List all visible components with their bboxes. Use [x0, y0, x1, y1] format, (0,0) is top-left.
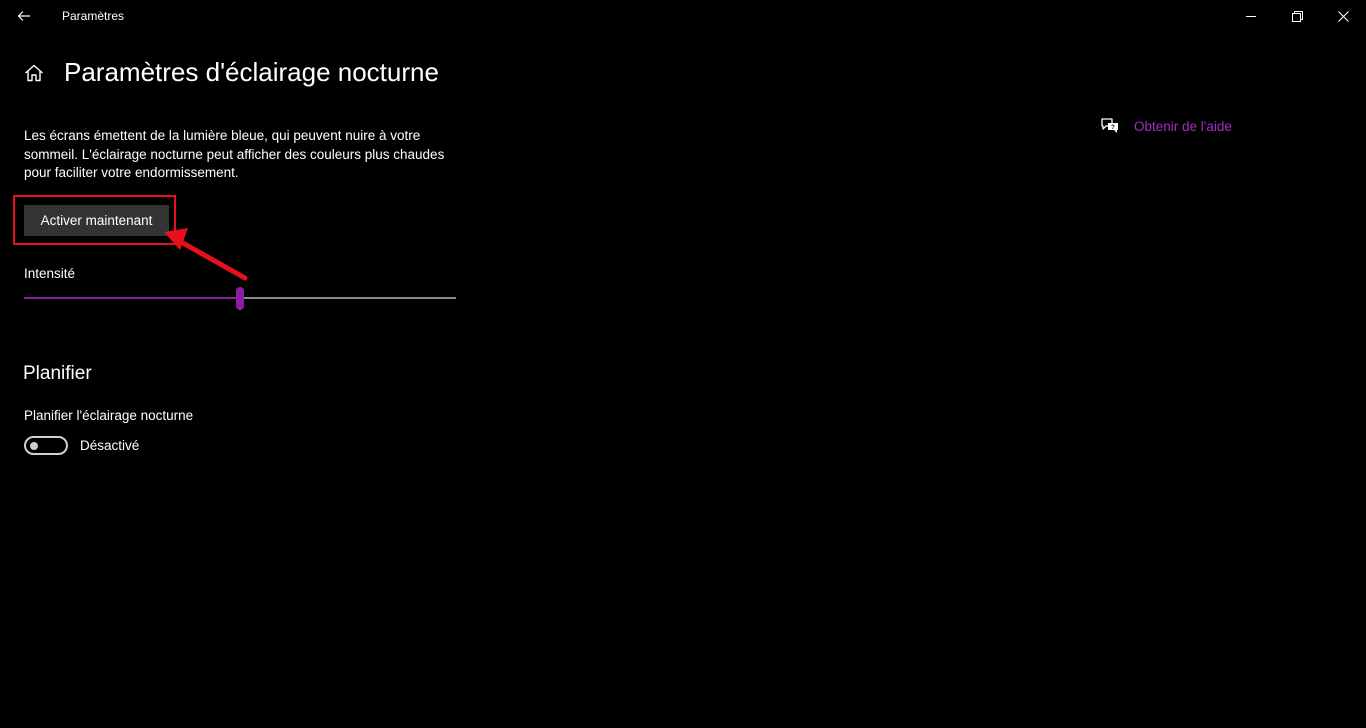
title-bar: Paramètres — [0, 0, 1366, 32]
annotation-arrow-icon — [164, 228, 248, 281]
home-button[interactable] — [22, 62, 46, 84]
close-icon — [1337, 10, 1349, 22]
schedule-night-light-label: Planifier l'éclairage nocturne — [24, 408, 194, 423]
toggle-knob — [30, 441, 38, 450]
slider-thumb[interactable] — [236, 287, 244, 310]
toggle-state-label: Désactivé — [80, 438, 140, 453]
schedule-section-title: Planifier — [23, 363, 92, 384]
slider-fill — [24, 297, 240, 299]
annotation-highlight-box — [13, 195, 176, 245]
back-arrow-icon — [17, 11, 30, 21]
page-title: Paramètres d'éclairage nocturne — [64, 57, 439, 87]
svg-text:?: ? — [1111, 125, 1115, 131]
intensity-slider[interactable] — [24, 286, 456, 312]
description-text: Les écrans émettent de la lumière bleue,… — [24, 128, 445, 180]
maximize-button[interactable] — [1274, 0, 1320, 32]
chat-help-icon: ? — [1101, 118, 1118, 133]
restore-icon — [1291, 10, 1303, 22]
minimize-icon — [1246, 16, 1256, 17]
schedule-toggle[interactable] — [24, 436, 68, 455]
home-icon — [25, 64, 43, 82]
minimize-button[interactable] — [1228, 0, 1274, 32]
app-title: Paramètres — [62, 9, 125, 23]
get-help-link[interactable]: Obtenir de l'aide — [1134, 119, 1232, 134]
close-button[interactable] — [1320, 0, 1366, 32]
intensity-label: Intensité — [24, 266, 76, 281]
back-button[interactable] — [8, 2, 40, 30]
